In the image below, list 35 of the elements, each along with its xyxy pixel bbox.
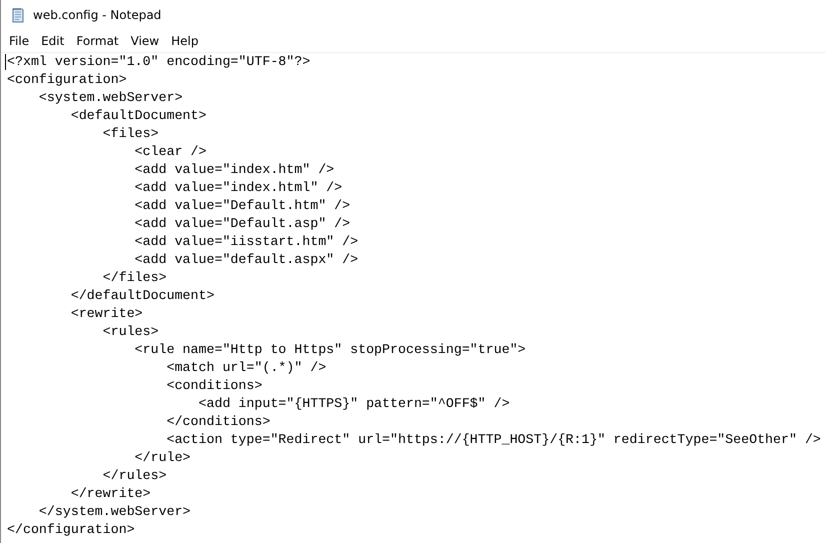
code-line: <rewrite> [70, 305, 143, 323]
code-line: <rule name="Http to Https" stopProcessing="true"> [134, 341, 526, 359]
menu-item[interactable]: File [3, 32, 36, 50]
text-cursor [5, 54, 6, 70]
code-line: <add value="iisstart.htm" /> [134, 233, 358, 251]
code-line: <action type="Redirect" url="https://{HTTP_HOST}/{R:1}" redirectType="SeeOther" /> [166, 431, 821, 449]
code-line: </defaultDocument> [70, 287, 214, 305]
code-line: <?xml version="1.0" encoding="UTF-8"?> [7, 53, 310, 71]
code-line: </files> [102, 269, 167, 287]
code-line: <add value="Default.htm" /> [134, 197, 350, 215]
code-line: <defaultDocument> [70, 107, 206, 125]
code-line: <match url="(.*)" /> [166, 359, 326, 377]
notepad-icon [10, 7, 26, 23]
code-line: </configuration> [7, 521, 135, 539]
code-line: <rules> [102, 323, 159, 341]
code-line: <configuration> [7, 71, 127, 89]
code-line: </rewrite> [70, 485, 151, 503]
code-line: </conditions> [166, 413, 270, 431]
code-line: <add value="index.html" /> [134, 179, 342, 197]
code-line: <add value="Default.asp" /> [134, 215, 350, 233]
window-title: web.config - Notepad [33, 8, 162, 22]
code-line: <clear /> [134, 143, 206, 161]
code-line: </rules> [102, 467, 167, 485]
code-line: <system.webServer> [38, 89, 183, 107]
code-line: <add value="index.htm" /> [134, 161, 334, 179]
code-line: </rule> [134, 449, 191, 467]
code-line: </system.webServer> [38, 503, 191, 521]
menu-item[interactable]: Edit [35, 32, 70, 50]
code-line: <add value="default.aspx" /> [134, 251, 358, 269]
code-line: <add input="{HTTPS}" pattern="^OFF$" /> [198, 395, 510, 413]
code-line: <files> [102, 125, 159, 143]
menu-item[interactable]: View [124, 32, 166, 50]
code-line: <conditions> [166, 377, 262, 395]
menu-item[interactable]: Format [70, 32, 125, 50]
menu-item[interactable]: Help [165, 32, 204, 50]
